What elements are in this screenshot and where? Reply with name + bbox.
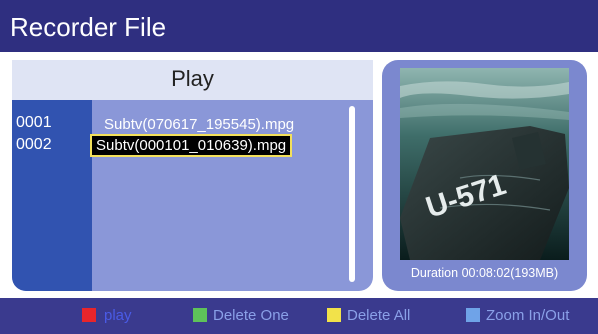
file-item[interactable]: Subtv(070617_195545).mpg	[104, 116, 294, 133]
file-index: 0001	[16, 114, 52, 131]
file-index: 0002	[16, 136, 52, 153]
scrollbar[interactable]	[349, 106, 355, 282]
u-571-movie-poster: U-571	[400, 68, 569, 260]
duration-label: Duration 00:08:02(193MB)	[410, 266, 559, 280]
file-list-panel: Play 0001 0002 Subtv(070617_195545).mpg …	[12, 60, 373, 291]
legend-play[interactable]: play	[104, 307, 132, 324]
legend-delete-one[interactable]: Delete One	[213, 307, 289, 324]
file-item-selected[interactable]: Subtv(000101_010639).mpg	[90, 134, 293, 157]
red-key-icon	[82, 308, 96, 322]
legend-bar: play Delete One Delete All Zoom In/Out	[0, 298, 598, 334]
green-key-icon	[193, 308, 207, 322]
legend-zoom[interactable]: Zoom In/Out	[486, 307, 569, 324]
title-bar: Recorder File	[0, 0, 598, 52]
page-title: Recorder File	[10, 12, 167, 42]
blue-key-icon	[466, 308, 480, 322]
preview-panel: U-571 Duration 00:08:02(193MB)	[382, 60, 587, 291]
yellow-key-icon	[327, 308, 341, 322]
list-header: Play	[12, 60, 373, 100]
legend-delete-all[interactable]: Delete All	[347, 307, 410, 324]
list-heading: Play	[171, 66, 214, 91]
